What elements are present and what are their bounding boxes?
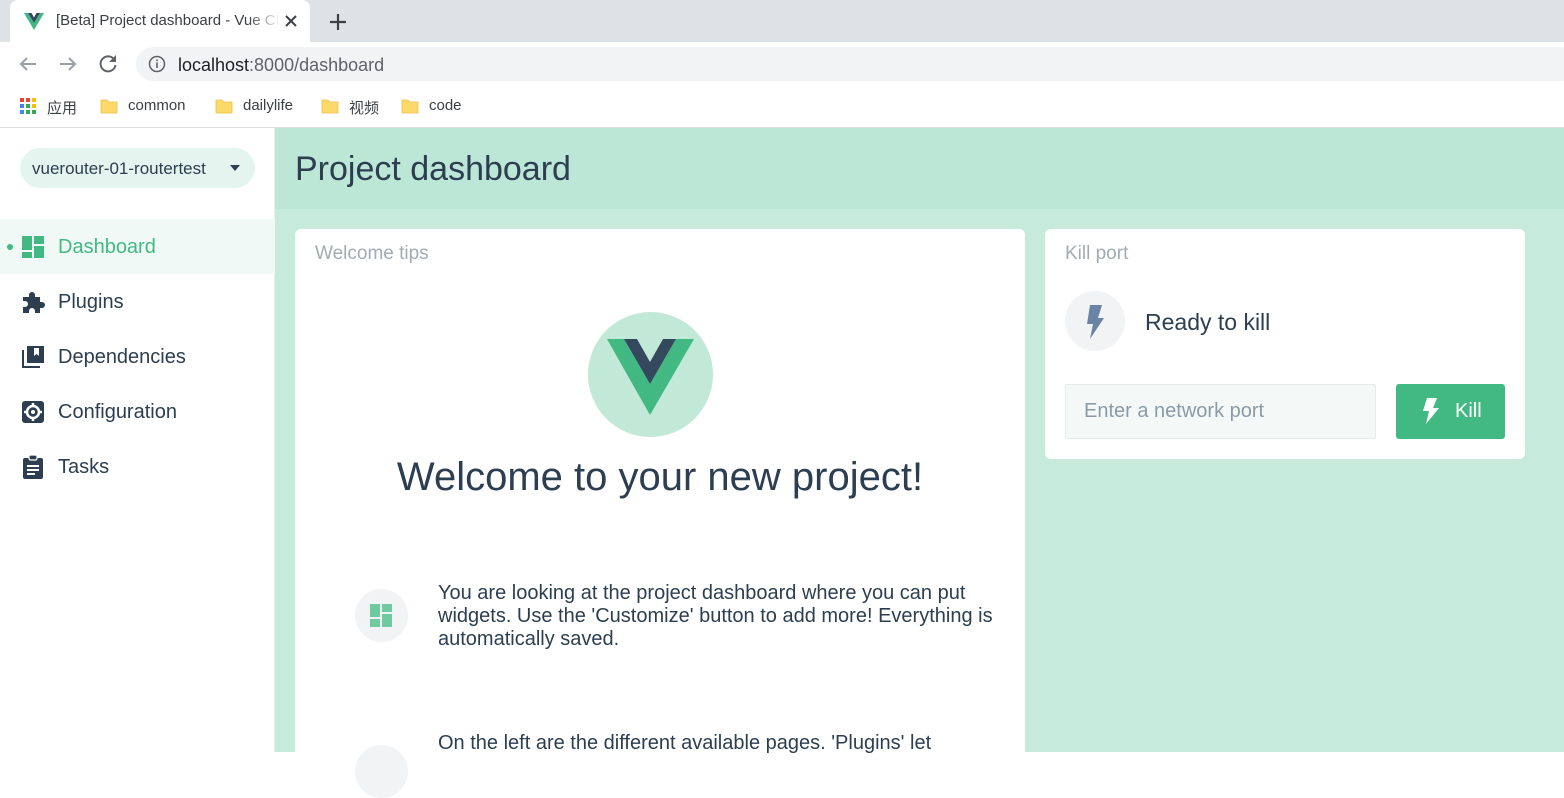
welcome-heading: Welcome to your new project!: [396, 455, 924, 499]
close-icon[interactable]: [280, 10, 302, 32]
main-content: Project dashboard Welcome tips Welcome t…: [275, 128, 1564, 798]
sidebar-item-label: Dashboard: [58, 236, 156, 258]
sidebar-item-label: Dependencies: [58, 346, 186, 368]
sidebar-item-label: Configuration: [58, 401, 177, 423]
tab-title: [Beta] Project dashboard - Vue CLI: [56, 12, 278, 29]
vue-favicon-icon: [24, 13, 44, 30]
caret-down-icon: [230, 165, 240, 171]
info-icon[interactable]: [148, 55, 166, 73]
port-input[interactable]: [1065, 384, 1376, 439]
sidebar-item-label: Plugins: [58, 291, 124, 313]
tip-icon-badge: [355, 745, 408, 798]
library-books-icon: [22, 346, 44, 368]
bookmarks-bar: 应用 common dailylife 视频 code: [0, 86, 1564, 128]
forward-arrow-icon[interactable]: [56, 52, 80, 76]
new-tab-plus-icon[interactable]: [324, 8, 352, 36]
kill-port-widget: Kill port Ready to kill Kill: [1045, 229, 1525, 459]
bookmark-video[interactable]: 视频: [321, 96, 386, 117]
kill-status-badge: [1065, 291, 1125, 351]
bookmark-apps[interactable]: 应用: [19, 96, 79, 117]
bookmark-dailylife[interactable]: dailylife: [215, 96, 305, 116]
sidebar-item-label: Tasks: [58, 456, 110, 478]
browser-tabstrip: [Beta] Project dashboard - Vue CLI: [0, 0, 1564, 42]
dashboard-icon: [22, 236, 44, 258]
tip-dashboard-icon-badge: [355, 589, 408, 642]
sidebar-item-configuration[interactable]: Configuration: [0, 384, 275, 439]
clipboard-icon: [23, 454, 43, 479]
bookmark-code[interactable]: code: [401, 96, 471, 116]
kill-status-text: Ready to kill: [1145, 309, 1271, 335]
active-indicator-dot: [7, 244, 13, 250]
url-text[interactable]: localhost:8000/dashboard: [178, 55, 384, 76]
sidebar-item-dashboard[interactable]: Dashboard: [0, 219, 275, 274]
folder-icon: [321, 99, 339, 114]
dashboard-icon: [370, 604, 392, 627]
address-bar[interactable]: localhost:8000/dashboard: [136, 47, 1564, 81]
vue-logo-icon: [607, 339, 694, 415]
bookmark-common[interactable]: common: [100, 96, 200, 116]
widget-title: Welcome tips: [315, 243, 429, 264]
browser-tab[interactable]: [Beta] Project dashboard - Vue CLI: [10, 0, 310, 42]
sidebar-item-plugins[interactable]: Plugins: [0, 274, 275, 329]
widget-title: Kill port: [1065, 243, 1129, 264]
reload-icon[interactable]: [96, 52, 120, 76]
lightning-bolt-icon: [1423, 398, 1439, 424]
vue-logo: [588, 312, 713, 437]
sidebar-item-dependencies[interactable]: Dependencies: [0, 329, 275, 384]
vue-ui-app: vuerouter-01-routertest Dashboard Plugin…: [0, 128, 1564, 798]
folder-icon: [215, 99, 233, 114]
kill-button[interactable]: Kill: [1396, 384, 1505, 439]
puzzle-icon: [23, 292, 45, 313]
back-arrow-icon[interactable]: [16, 52, 40, 76]
sidebar: vuerouter-01-routertest Dashboard Plugin…: [0, 128, 275, 752]
welcome-tips-widget: Welcome tips Welcome to your new project…: [295, 229, 1025, 798]
sidebar-item-tasks[interactable]: Tasks: [0, 439, 275, 494]
gear-icon: [22, 401, 44, 423]
page-header: Project dashboard: [275, 128, 1564, 209]
project-select[interactable]: vuerouter-01-routertest: [20, 148, 255, 188]
lightning-bolt-icon: [1087, 305, 1104, 339]
kill-button-label: Kill: [1455, 400, 1482, 422]
tip-text: You are looking at the project dashboard…: [438, 582, 993, 650]
apps-grid-icon: [20, 98, 36, 114]
page-title: Project dashboard: [295, 150, 571, 188]
project-select-label: vuerouter-01-routertest: [32, 159, 206, 178]
browser-toolbar: localhost:8000/dashboard: [0, 42, 1564, 86]
folder-icon: [100, 99, 118, 114]
folder-icon: [401, 99, 419, 114]
